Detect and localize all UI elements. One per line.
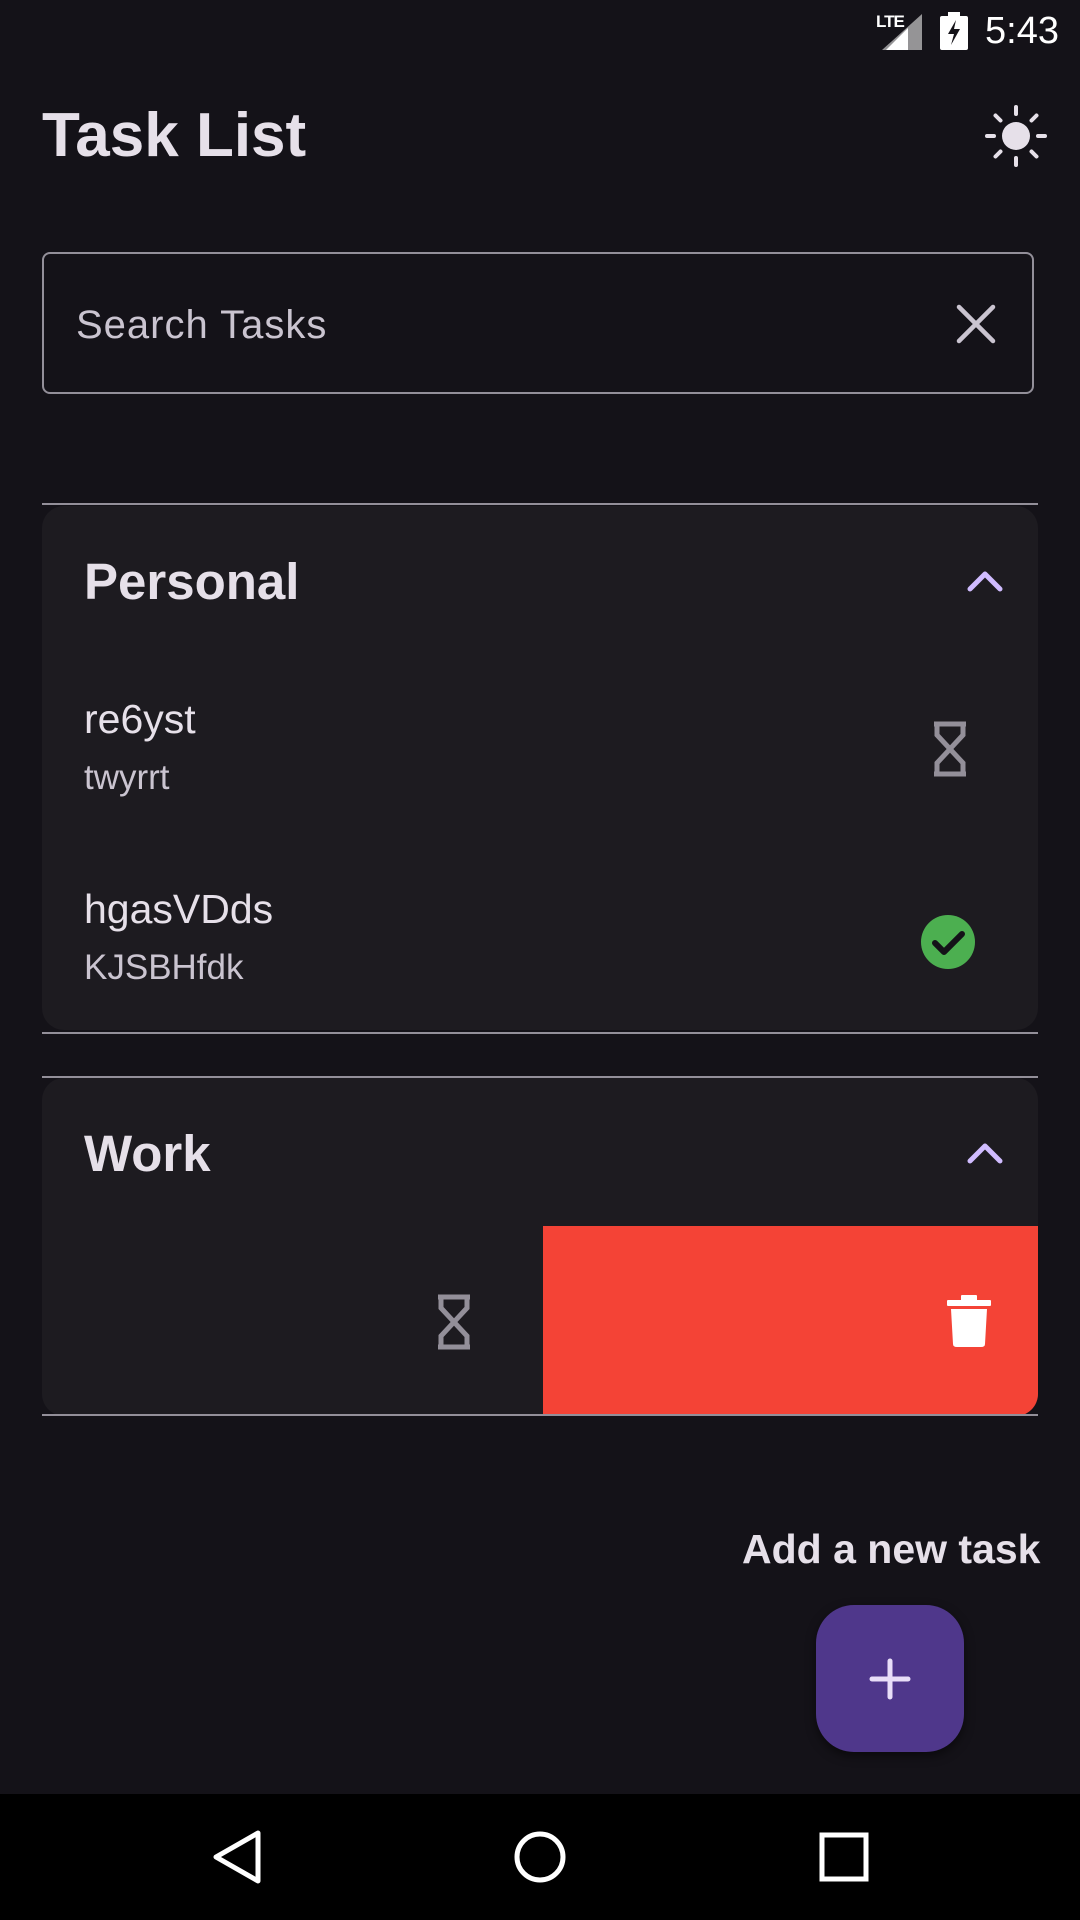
recents-icon[interactable] <box>814 1827 874 1887</box>
add-task-button[interactable] <box>816 1605 964 1752</box>
hourglass-icon[interactable] <box>920 719 980 779</box>
signal-icon <box>882 14 922 50</box>
category-title[interactable]: Personal <box>84 552 299 611</box>
task-title: hgasVDds <box>84 886 274 932</box>
category-divider <box>42 1414 1038 1416</box>
search-field[interactable] <box>42 252 1034 394</box>
system-nav-bar <box>0 1794 1080 1920</box>
hourglass-icon[interactable] <box>424 1292 484 1352</box>
status-time: 5:43 <box>985 10 1059 52</box>
sun-icon[interactable] <box>984 104 1048 168</box>
task-description: KJSBHfdk <box>84 948 244 987</box>
close-icon[interactable] <box>950 298 1002 350</box>
chevron-up-icon[interactable] <box>960 1135 1010 1169</box>
category-divider <box>42 503 1038 505</box>
trash-icon[interactable] <box>943 1294 995 1348</box>
page-title: Task List <box>42 101 307 170</box>
task-description: twyrrt <box>84 758 170 797</box>
task-item-swiped[interactable] <box>42 1226 1038 1416</box>
delete-swipe-background[interactable] <box>543 1226 1038 1416</box>
category-title[interactable]: Work <box>84 1124 211 1183</box>
status-bar: LTE 5:43 <box>0 0 1080 62</box>
add-task-label: Add a new task <box>742 1526 1041 1572</box>
back-icon[interactable] <box>206 1827 266 1887</box>
plus-icon <box>869 1658 911 1699</box>
task-title: re6yst <box>84 696 196 742</box>
search-input[interactable] <box>74 298 898 352</box>
chevron-up-icon[interactable] <box>960 563 1010 597</box>
category-work: Work <box>42 1078 1038 1416</box>
home-icon[interactable] <box>510 1827 570 1887</box>
category-divider <box>42 1032 1038 1034</box>
check-circle-icon[interactable] <box>916 910 980 974</box>
battery-charging-icon <box>940 12 968 50</box>
category-personal: Personal re6yst twyrrt hgasVDds KJSBHfdk <box>42 506 1038 1030</box>
